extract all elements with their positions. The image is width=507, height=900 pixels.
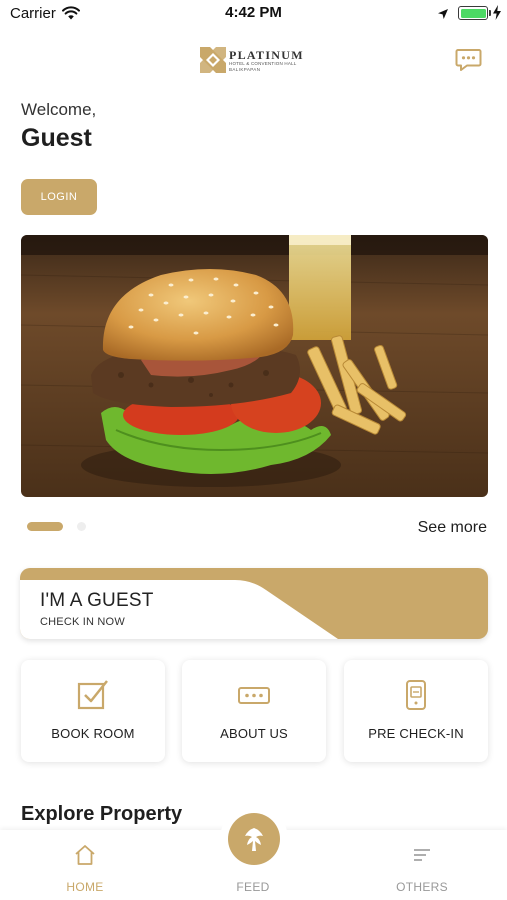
guest-card-title: I'M A GUEST	[40, 590, 154, 611]
nav-others[interactable]: OTHERS	[372, 844, 472, 894]
see-more-link[interactable]: See more	[418, 519, 487, 537]
chat-button[interactable]	[455, 46, 482, 73]
about-us-label: ABOUT US	[220, 726, 288, 741]
pre-checkin-label: PRE CHECK-IN	[368, 726, 464, 741]
book-room-tile[interactable]: BOOK ROOM	[21, 660, 165, 762]
charging-bolt-icon	[493, 5, 501, 25]
book-room-label: BOOK ROOM	[51, 726, 135, 741]
logo-subtitle: HOTEL & CONVENTION HALL	[229, 61, 297, 66]
checkbox-edit-icon	[21, 678, 165, 712]
status-bar: Carrier 4:42 PM	[0, 0, 507, 28]
burger-photo	[21, 235, 488, 497]
location-arrow-icon	[437, 7, 449, 25]
menu-lines-icon	[372, 844, 472, 866]
carousel-dot[interactable]	[77, 522, 86, 531]
battery-icon	[458, 6, 488, 20]
logo-city: BALIKPAPAN	[229, 67, 261, 72]
section-title: Explore Property	[21, 803, 183, 825]
guest-card-subtitle: CHECK IN NOW	[40, 616, 125, 628]
welcome-greeting: Welcome,	[21, 100, 97, 119]
nav-home[interactable]: HOME	[35, 844, 135, 894]
phone-card-icon	[344, 678, 488, 712]
guest-checkin-card[interactable]: I'M A GUEST CHECK IN NOW	[20, 568, 488, 639]
feed-button[interactable]	[228, 813, 280, 865]
about-us-tile[interactable]: ABOUT US	[182, 660, 326, 762]
login-button[interactable]: LOGIN	[21, 179, 97, 215]
pre-checkin-tile[interactable]: PRE CHECK-IN	[344, 660, 488, 762]
feed-logo-icon	[245, 828, 263, 851]
chat-bubble-icon	[455, 49, 482, 71]
nav-others-label: OTHERS	[396, 880, 448, 894]
status-time: 4:42 PM	[225, 4, 282, 21]
battery-tip	[489, 10, 491, 16]
promo-banner[interactable]	[21, 235, 488, 497]
user-name: Guest	[21, 124, 92, 152]
carousel-dot-active[interactable]	[27, 522, 63, 531]
nav-home-label: HOME	[66, 880, 104, 894]
home-icon	[35, 844, 135, 866]
nav-feed-label: FEED	[236, 880, 270, 894]
logo-mark-icon	[200, 47, 226, 73]
ticket-icon	[182, 678, 326, 712]
platinum-logo: PLATINUM HOTEL & CONVENTION HALL BALIKPA…	[198, 45, 313, 77]
